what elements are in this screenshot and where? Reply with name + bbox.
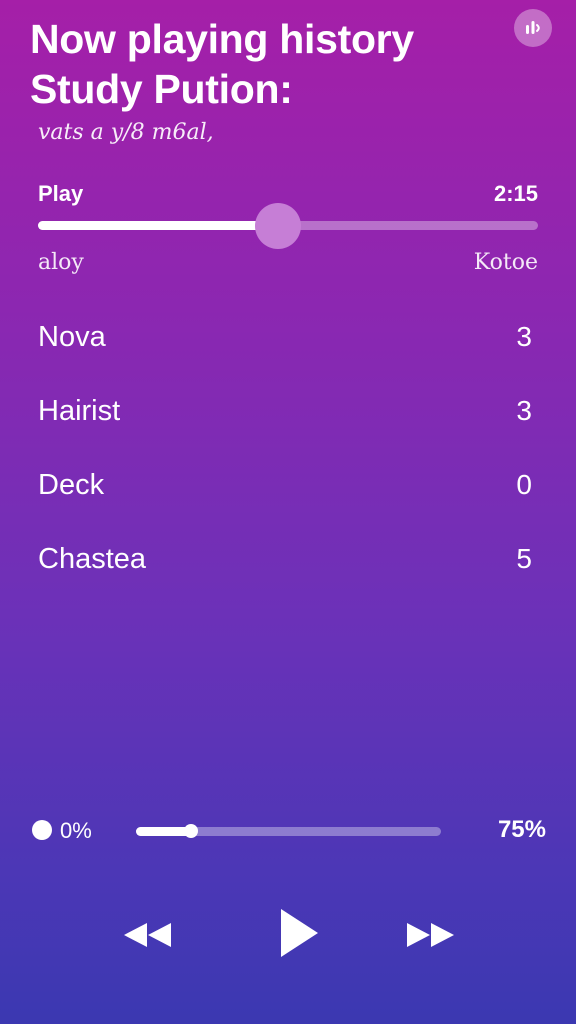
rewind-icon xyxy=(124,923,171,947)
history-item-name: Chastea xyxy=(38,542,147,575)
title-line-1: Now playing history xyxy=(30,16,414,62)
volume-thumb[interactable] xyxy=(183,824,198,838)
volume-max-label: 75% xyxy=(497,816,546,843)
seek-slider[interactable] xyxy=(38,203,538,249)
volume-dot-icon xyxy=(32,820,52,840)
play-button[interactable] xyxy=(268,900,330,966)
history-item-count: 5 xyxy=(516,543,532,574)
volume-slider[interactable] xyxy=(136,824,441,838)
equalizer-icon[interactable] xyxy=(514,9,552,47)
subtitle: vats a y/8 m6al, xyxy=(38,120,214,145)
seek-thumb[interactable] xyxy=(255,203,301,249)
history-item-count: 3 xyxy=(516,395,532,426)
seek-range-end-label: Kotoe xyxy=(473,250,538,275)
play-label: Play xyxy=(38,181,84,206)
history-item[interactable]: Chastea 5 xyxy=(38,522,538,596)
history-item-count: 3 xyxy=(516,321,532,352)
volume-min-label: 0% xyxy=(60,818,92,843)
page-title: Now playing history Study Pution: xyxy=(30,14,414,114)
title-line-2: Study Pution: xyxy=(30,66,293,112)
history-item-name: Deck xyxy=(38,468,105,501)
fast-forward-button[interactable] xyxy=(398,912,460,958)
history-item-count: 0 xyxy=(516,469,532,500)
history-item[interactable]: Hairist 3 xyxy=(38,374,538,448)
play-icon xyxy=(281,909,318,957)
history-list: Nova 3 Hairist 3 Deck 0 Chastea 5 xyxy=(38,300,538,596)
history-item-name: Nova xyxy=(38,320,106,353)
seek-progress-fill xyxy=(38,221,278,230)
seek-range-start-label: aloy xyxy=(38,250,84,275)
elapsed-time: 2:15 xyxy=(493,181,538,206)
volume-fill xyxy=(136,827,191,836)
rewind-button[interactable] xyxy=(118,912,180,958)
history-item[interactable]: Deck 0 xyxy=(38,448,538,522)
history-item[interactable]: Nova 3 xyxy=(38,300,538,374)
history-item-name: Hairist xyxy=(38,394,121,427)
fast-forward-icon xyxy=(407,923,454,947)
